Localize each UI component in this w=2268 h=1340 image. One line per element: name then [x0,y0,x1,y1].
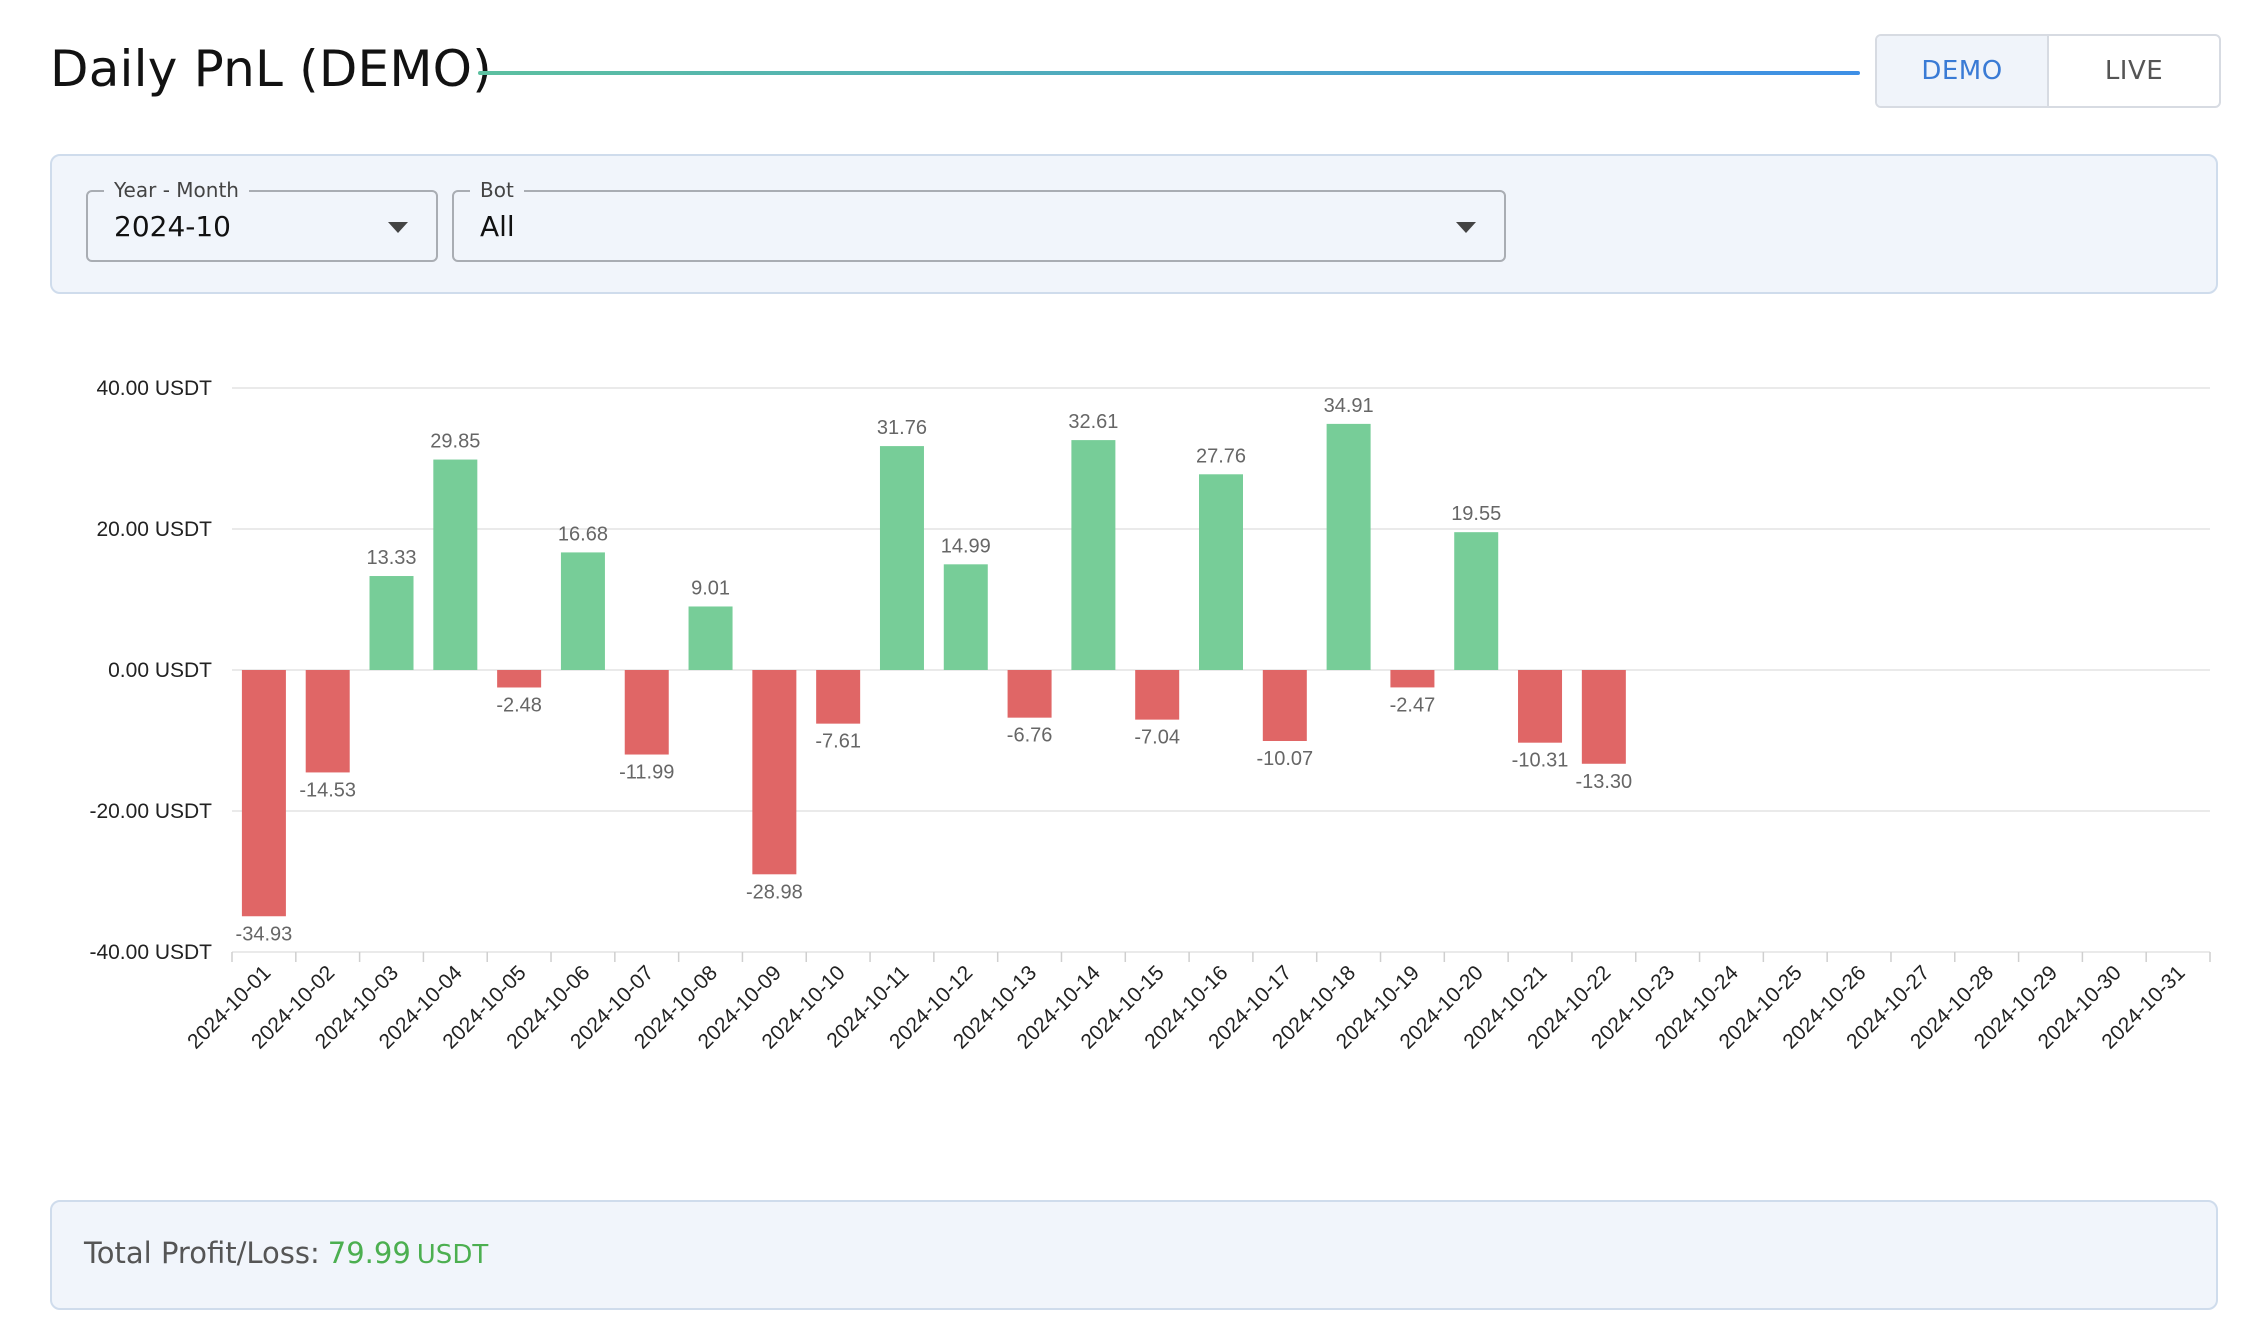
total-value: 79.99 [327,1236,411,1270]
demo-button[interactable]: DEMO [1877,36,2049,106]
bar [879,446,924,670]
total-label: Total Profit/Loss: [84,1236,320,1270]
pnl-bar-chart: 40.00 USDT 20.00 USDT 0.00 USDT -20.00 USDT… [89,377,2211,1053]
data-label: 34.91 [1324,395,1374,417]
bar [1007,670,1052,718]
data-label: -14.53 [299,779,356,801]
mode-toggle: DEMO LIVE [1875,34,2221,108]
data-label: -7.61 [815,731,861,753]
bar [624,670,669,755]
data-label: -2.48 [496,694,542,716]
year-month-value: 2024-10 [114,210,231,243]
bot-value: All [480,210,515,243]
page-header: Daily PnL (DEMO) DEMO LIVE [50,30,2221,120]
bar [1262,670,1307,741]
bot-select[interactable]: Bot All [452,178,1506,262]
title-underline [478,71,1860,75]
data-label: -28.98 [746,881,803,903]
bar [688,606,733,670]
bar [1518,670,1563,743]
bar [1454,532,1499,670]
bar [369,576,414,670]
bar [433,459,478,670]
data-label: -13.30 [1575,771,1632,793]
y-tick-label: 20.00 USDT [96,518,212,541]
data-label: -10.07 [1256,748,1313,770]
bar [1199,474,1243,670]
data-label: 16.68 [558,523,608,545]
bot-label: Bot [470,178,524,202]
bar [752,670,797,875]
filter-panel: Year - Month 2024-10 Bot All [50,154,2218,294]
y-tick-label: -40.00 USDT [89,941,212,964]
bar [1326,423,1371,670]
bar [943,564,988,670]
pnl-chart: 40.00 USDT 20.00 USDT 0.00 USDT -20.00 USDT… [50,340,2230,1100]
data-label: 13.33 [366,547,416,569]
bar [816,670,861,724]
y-tick-label: 0.00 USDT [108,659,212,682]
data-label: 27.76 [1196,445,1246,467]
data-label: 9.01 [691,577,730,599]
data-label: 32.61 [1068,411,1118,433]
data-label: -2.47 [1390,694,1436,716]
data-label: -11.99 [619,762,674,784]
bar [1581,670,1626,764]
page-title: Daily PnL (DEMO) [50,40,492,98]
chevron-down-icon [1456,222,1476,233]
bar [497,670,542,688]
bar [1390,670,1435,688]
bar [1071,440,1116,670]
y-tick-label: -20.00 USDT [89,800,212,823]
data-label: -34.93 [236,923,293,945]
data-label: 31.76 [877,417,927,439]
data-label: 29.85 [430,431,480,453]
bar [1135,670,1180,720]
data-label: 14.99 [941,535,991,557]
data-label: 19.55 [1451,503,1501,525]
year-month-label: Year - Month [104,178,249,202]
year-month-select[interactable]: Year - Month 2024-10 [86,178,438,262]
data-label: -7.04 [1134,727,1180,749]
data-label: -10.31 [1512,750,1569,772]
bar [241,670,286,917]
total-panel: Total Profit/Loss: 79.99 USDT [50,1200,2218,1310]
live-button[interactable]: LIVE [2049,36,2219,106]
data-label: -6.76 [1007,725,1053,747]
chevron-down-icon [388,222,408,233]
bar [305,670,350,773]
total-unit: USDT [416,1240,489,1270]
bar [560,552,605,670]
total-profit-loss: Total Profit/Loss: 79.99 USDT [84,1236,488,1270]
y-tick-label: 40.00 USDT [96,377,212,400]
